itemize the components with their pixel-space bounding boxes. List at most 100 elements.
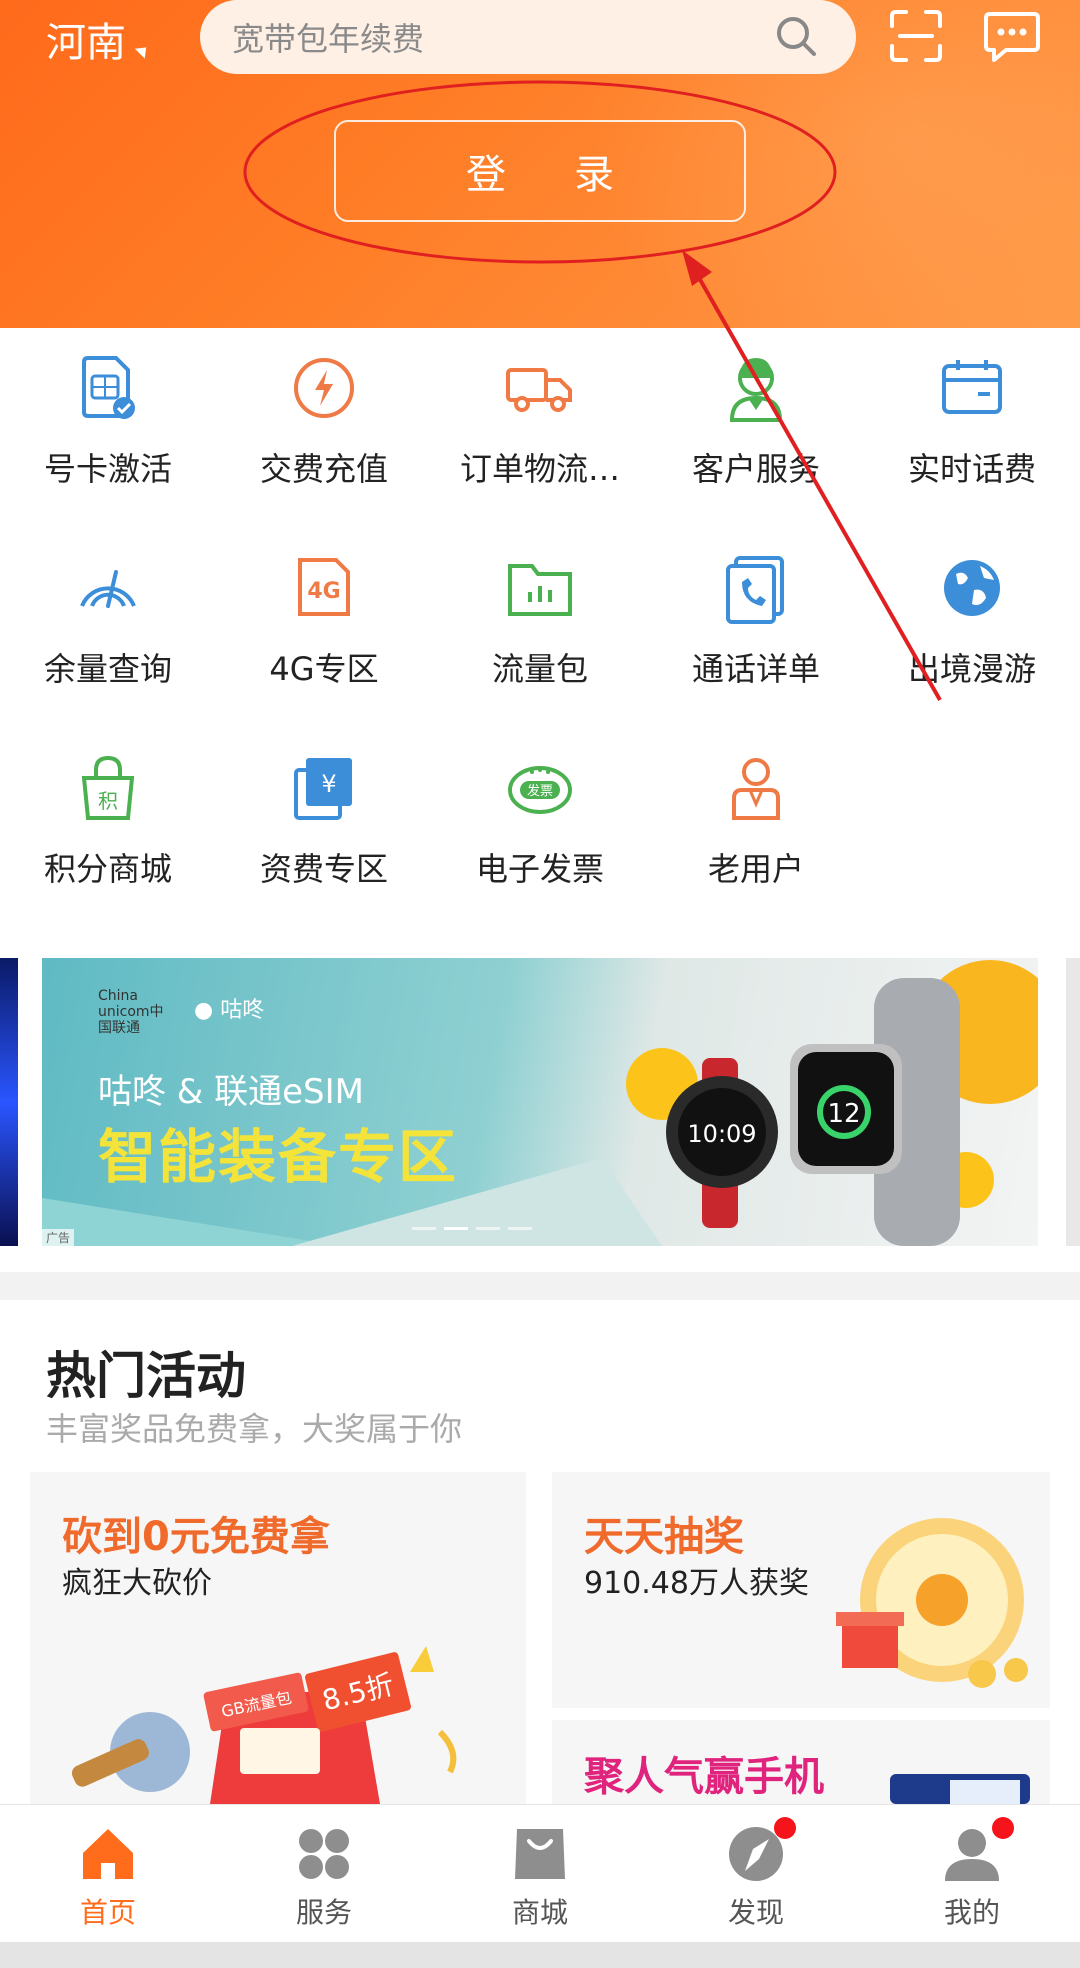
tab-label: 服务	[295, 1896, 352, 1929]
service-label: 客户服务	[691, 450, 820, 488]
banner-carousel[interactable]: 10:09 12 China unicom中国联通 ● 咕咚 咕咚 & 联通eS…	[0, 958, 1080, 1246]
app-root: 河南 宽带包年续费 登录 号卡激活 交费充值 订单物流… 客户服务 实时话费 余…	[0, 0, 1080, 1968]
svg-text:发票: 发票	[527, 783, 553, 799]
svg-text:¥: ¥	[321, 770, 336, 798]
caret-icon	[134, 41, 152, 59]
message-icon[interactable]	[982, 10, 1042, 64]
section-subtitle: 丰富奖品免费拿，大奖属于你	[46, 1410, 463, 1448]
svg-text:积: 积	[98, 789, 118, 813]
sim-card-icon	[82, 356, 135, 419]
search-bar[interactable]: 宽带包年续费	[200, 0, 856, 74]
service-item-recharge[interactable]: 交费充值	[216, 350, 432, 520]
calendar-icon	[942, 360, 1002, 414]
shopping-bag-icon	[515, 1829, 565, 1879]
service-item-balance-query[interactable]: 余量查询	[0, 550, 216, 720]
search-icon[interactable]	[774, 14, 818, 58]
points-bag-icon: 积	[81, 755, 135, 820]
ad-tag: 广告	[42, 1229, 75, 1246]
tab-label: 我的	[943, 1896, 1000, 1929]
service-label: 电子发票	[475, 850, 604, 888]
carousel-dot	[412, 1227, 436, 1230]
carousel-dot	[508, 1227, 532, 1230]
tab-label: 发现	[727, 1896, 784, 1929]
scan-icon[interactable]	[888, 8, 944, 64]
service-label: 资费专区	[259, 850, 388, 888]
region-label: 河南	[46, 20, 126, 66]
section-title: 热门活动	[46, 1347, 246, 1405]
folder-chart-icon	[508, 564, 572, 616]
4g-icon: 4G	[298, 558, 350, 616]
search-placeholder: 宽带包年续费	[232, 20, 425, 58]
yuan-card-icon: ¥	[294, 758, 352, 820]
carousel-indicator	[412, 1227, 532, 1230]
unicom-logo: China unicom中国联通	[98, 988, 164, 1036]
service-item-realtime-bill[interactable]: 实时话费	[864, 350, 1080, 520]
tab-mine[interactable]: 我的	[864, 1805, 1080, 1943]
carousel-dot-active	[444, 1227, 468, 1230]
service-label: 4G专区	[269, 650, 379, 688]
service-item-order-logistics[interactable]: 订单物流…	[432, 350, 648, 520]
banner-line1: 咕咚 & 联通eSIM	[98, 1072, 364, 1112]
service-item-call-details[interactable]: 通话详单	[648, 550, 864, 720]
grid-four-icon	[299, 1829, 349, 1879]
notification-badge	[774, 1817, 796, 1839]
speedometer-icon	[80, 570, 136, 608]
service-item-sim-activation[interactable]: 号卡激活	[0, 350, 216, 520]
activity-card-phone[interactable]: 聚人气赢手机	[552, 1720, 1050, 1804]
service-item-data-pack[interactable]: 流量包	[432, 550, 648, 720]
service-label: 号卡激活	[43, 450, 172, 488]
service-label: 订单物流…	[459, 450, 620, 488]
service-item-tariff-zone[interactable]: ¥ 资费专区	[216, 750, 432, 920]
service-item-roaming[interactable]: 出境漫游	[864, 550, 1080, 720]
service-item-old-user[interactable]: 老用户	[648, 750, 864, 920]
region-selector[interactable]: 河南	[46, 14, 152, 66]
watch2-value: 12	[827, 1099, 860, 1129]
card-title: 聚人气赢手机	[584, 1754, 824, 1800]
service-label: 实时话费	[907, 450, 1036, 488]
tab-label: 首页	[79, 1896, 136, 1929]
truck-icon	[506, 368, 572, 412]
gudong-brand: 咕咚	[220, 998, 265, 1023]
tab-discover[interactable]: 发现	[648, 1805, 864, 1943]
activity-card-bargain[interactable]: 砍到0元免费拿 疯狂大砍价 GB流量包 8.5折	[30, 1472, 526, 1804]
tab-label: 商城	[511, 1896, 568, 1929]
watch1-time: 10:09	[687, 1120, 756, 1148]
banner-next-peek	[1066, 958, 1080, 1246]
call-record-icon	[726, 556, 784, 624]
lightning-icon	[294, 358, 354, 418]
tab-services[interactable]: 服务	[216, 1805, 432, 1943]
svg-text:4G: 4G	[307, 579, 340, 604]
tab-home[interactable]: 首页	[0, 1805, 216, 1943]
service-label: 余量查询	[43, 650, 172, 688]
tab-mall[interactable]: 商城	[432, 1805, 648, 1943]
invoice-icon: 发票	[508, 766, 572, 814]
customer-service-icon	[729, 358, 783, 422]
section-divider	[0, 1272, 1080, 1300]
service-label: 流量包	[491, 650, 588, 688]
service-label: 交费充值	[259, 450, 388, 488]
banner-prev-peek	[0, 958, 18, 1246]
login-button[interactable]: 登录	[334, 120, 746, 222]
header: 河南 宽带包年续费 登录	[0, 0, 1080, 328]
carousel-dot	[476, 1227, 500, 1230]
lottery-wheel-illustration	[836, 1518, 1028, 1688]
gudong-logo: ● 咕咚	[194, 998, 265, 1023]
service-item-4g-zone[interactable]: 4G 4G专区	[216, 550, 432, 720]
activity-card-lottery[interactable]: 天天抽奖 910.48万人获奖	[552, 1472, 1050, 1708]
globe-icon	[944, 560, 1000, 616]
service-item-customer-service[interactable]: 客户服务	[648, 350, 864, 520]
system-bottom-bar	[0, 1942, 1080, 1968]
service-label: 通话详单	[691, 650, 820, 688]
bargain-illustration: GB流量包 8.5折	[71, 1646, 457, 1804]
notification-badge	[992, 1817, 1014, 1839]
banner-slide[interactable]: 10:09 12 China unicom中国联通 ● 咕咚 咕咚 & 联通eS…	[42, 958, 1038, 1246]
service-item-points-mall[interactable]: 积 积分商城	[0, 750, 216, 920]
service-label: 积分商城	[43, 850, 172, 888]
card-subtitle: 疯狂大砍价	[62, 1566, 212, 1601]
service-item-e-invoice[interactable]: 发票 电子发票	[432, 750, 648, 920]
service-label: 老用户	[707, 850, 804, 888]
user-badge-icon	[732, 758, 780, 820]
home-icon	[83, 1829, 133, 1879]
card-title: 砍到0元免费拿	[62, 1514, 330, 1560]
banner-line2: 智能装备专区	[98, 1123, 459, 1191]
